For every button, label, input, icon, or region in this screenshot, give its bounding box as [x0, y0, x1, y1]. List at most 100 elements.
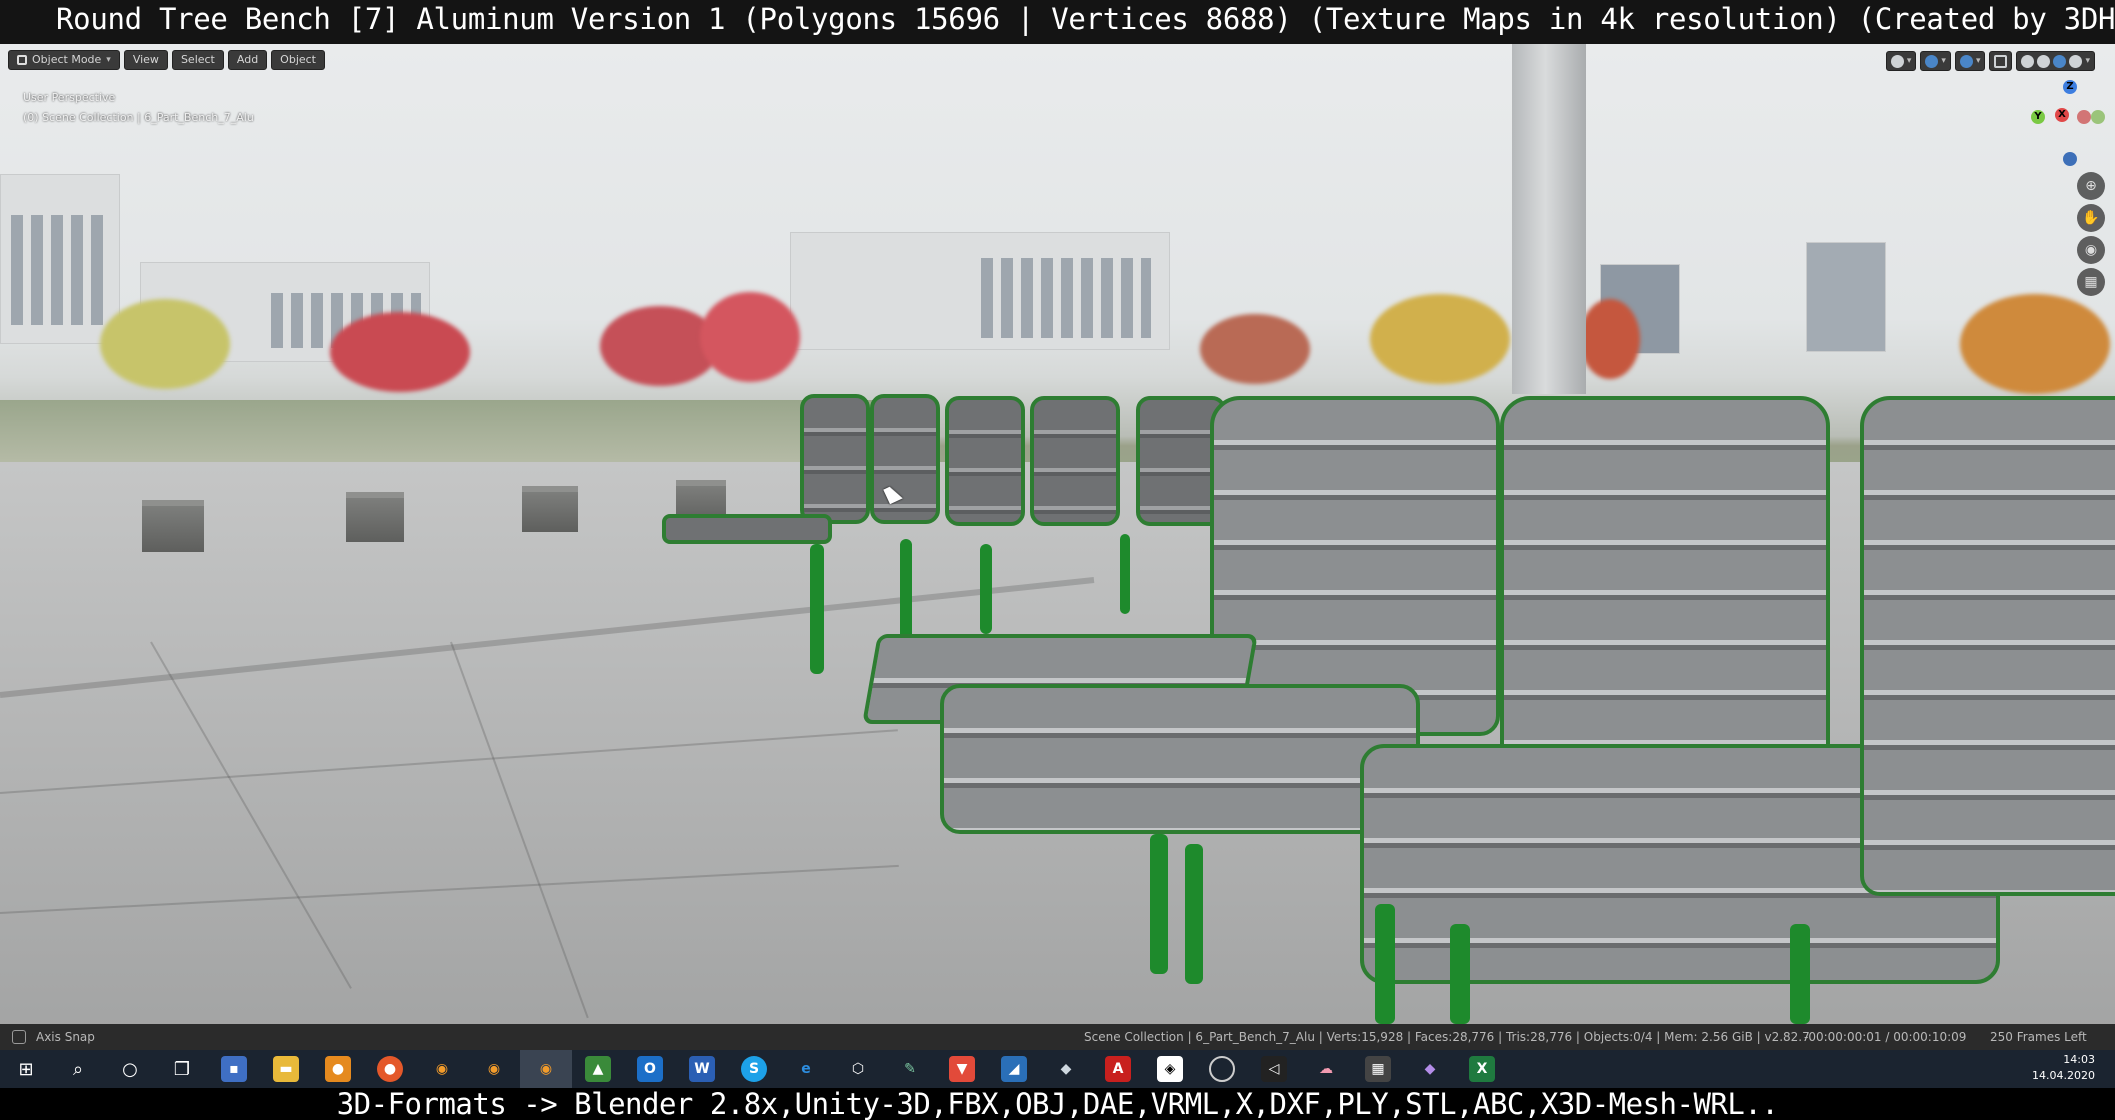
menu-view[interactable]: View — [123, 50, 168, 70]
z-axis-icon[interactable]: Z — [2063, 80, 2077, 94]
bollard — [522, 486, 578, 532]
save-icon[interactable]: ▪ — [208, 1050, 260, 1088]
menu-select[interactable]: Select — [171, 50, 224, 70]
overlay-icon — [1959, 54, 1973, 68]
bench-seat-front[interactable] — [940, 684, 1420, 834]
search-icon[interactable]: ⌕ — [52, 1050, 104, 1088]
lawn — [0, 400, 900, 470]
bench-leg — [1450, 924, 1470, 1024]
building-left — [0, 174, 120, 344]
tree — [100, 299, 230, 389]
app-icon[interactable]: ✎ — [884, 1050, 936, 1088]
frames-left: 250 Frames Left — [1990, 1030, 2087, 1044]
bench-back-front[interactable] — [1500, 396, 1830, 776]
shading-controls: ▾ ▾ ▾ ▾ — [1885, 50, 2095, 72]
3d-viewport[interactable]: Object Mode ▾ View Select Add Object Use… — [0, 44, 2115, 1024]
file-explorer-icon[interactable]: ▬ — [260, 1050, 312, 1088]
word-icon[interactable]: W — [676, 1050, 728, 1088]
menu-add[interactable]: Add — [227, 50, 268, 70]
excel-icon[interactable]: X — [1456, 1050, 1508, 1088]
image-viewer-icon[interactable]: ▲ — [572, 1050, 624, 1088]
overlay-toggle[interactable]: ▾ — [1954, 51, 1986, 71]
app-blue-icon[interactable]: ◢ — [988, 1050, 1040, 1088]
cortana-icon[interactable]: ○ — [104, 1050, 156, 1088]
video-title-overlay: Round Tree Bench [7] Aluminum Version 1 … — [56, 2, 2115, 36]
neg-y-axis-icon[interactable] — [2091, 110, 2105, 124]
eye-icon — [1890, 54, 1904, 68]
bench-leg — [1150, 834, 1168, 974]
chevron-down-icon: ▾ — [1941, 56, 1946, 66]
xray-toggle[interactable] — [1989, 51, 2013, 71]
blender-icon[interactable]: ◉ — [468, 1050, 520, 1088]
3d-viewer-icon[interactable]: ⬡ — [832, 1050, 884, 1088]
tree — [1370, 294, 1510, 384]
calculator-icon[interactable]: ▦ — [1352, 1050, 1404, 1088]
bench-leg — [900, 539, 912, 649]
bench-seat[interactable] — [662, 514, 832, 544]
pan-hand-icon[interactable]: ✋ — [2077, 204, 2105, 232]
maps-icon[interactable]: ◆ — [1404, 1050, 1456, 1088]
solid-shading-icon[interactable] — [2037, 54, 2051, 68]
grid-icon[interactable]: ▦ — [2077, 268, 2105, 296]
chevron-down-icon: ▾ — [2085, 56, 2090, 66]
pole — [1512, 44, 1586, 394]
gizmo-icon — [1925, 54, 1939, 68]
windows-start-icon[interactable]: ⊞ — [0, 1050, 52, 1088]
y-axis-icon[interactable]: Y — [2031, 110, 2045, 124]
sketchup-icon[interactable]: ◆ — [1040, 1050, 1092, 1088]
object-mode-icon — [17, 55, 27, 65]
bench-back[interactable] — [800, 394, 870, 524]
firefox-icon[interactable]: ● — [364, 1050, 416, 1088]
visibility-toggle[interactable]: ▾ — [1885, 51, 1917, 71]
bench-back[interactable] — [1030, 396, 1120, 526]
building-center — [790, 232, 1170, 350]
blender-orange-icon[interactable]: ● — [312, 1050, 364, 1088]
windows-taskbar: ⊞ ⌕ ○ ❐ ▪ ▬ ● ● ◉ ◉ ◉ ▲ O W S e ⬡ ✎ ▼ ◢ … — [0, 1050, 2115, 1088]
unity-icon[interactable]: ◈ — [1144, 1050, 1196, 1088]
material-shading-icon[interactable] — [2053, 54, 2067, 68]
navigation-gizmo[interactable]: Z Y X — [2007, 80, 2107, 180]
neg-z-axis-icon[interactable] — [2063, 152, 2077, 166]
clock-date: 14.04.2020 — [2032, 1069, 2095, 1082]
zoom-icon[interactable]: ⊕ — [2077, 172, 2105, 200]
axis-snap-label: Axis Snap — [36, 1030, 95, 1044]
edge-icon[interactable]: e — [780, 1050, 832, 1088]
bench-leg — [810, 544, 824, 674]
bench-back[interactable] — [945, 396, 1025, 526]
object-mode-dropdown[interactable]: Object Mode ▾ — [8, 50, 120, 70]
clock-time: 14:03 — [2063, 1053, 2095, 1066]
acrobat-icon[interactable]: A — [1092, 1050, 1144, 1088]
blender-icon[interactable]: ◉ — [416, 1050, 468, 1088]
viewport-info: User Perspective (0) Scene Collection | … — [23, 88, 254, 128]
gizmo-toggle[interactable]: ▾ — [1920, 51, 1951, 71]
chevron-down-icon: ▾ — [106, 55, 111, 65]
outlook-icon[interactable]: O — [624, 1050, 676, 1088]
vectornator-icon[interactable]: ▼ — [936, 1050, 988, 1088]
app-ring-icon[interactable] — [1196, 1050, 1248, 1088]
bench-back-right[interactable] — [1860, 396, 2115, 896]
screen: Round Tree Bench [7] Aluminum Version 1 … — [0, 0, 2115, 1120]
rendered-shading-icon[interactable] — [2069, 54, 2083, 68]
perspective-label: User Perspective — [23, 91, 116, 104]
neg-x-axis-icon[interactable] — [2077, 110, 2091, 124]
unity-hub-icon[interactable]: ◁ — [1248, 1050, 1300, 1088]
top-title-bar: Round Tree Bench [7] Aluminum Version 1 … — [0, 0, 2115, 44]
viewport-header: Object Mode ▾ View Select Add Object — [8, 50, 325, 72]
bench-back[interactable] — [870, 394, 940, 524]
tree — [700, 292, 800, 382]
x-axis-icon[interactable]: X — [2055, 108, 2069, 122]
tree — [330, 312, 470, 392]
app-cloud-icon[interactable]: ☁ — [1300, 1050, 1352, 1088]
task-view-icon[interactable]: ❐ — [156, 1050, 208, 1088]
shading-modes[interactable]: ▾ — [2016, 51, 2095, 71]
system-clock[interactable]: 14:03 14.04.2020 — [2032, 1052, 2095, 1084]
menu-object[interactable]: Object — [271, 50, 325, 70]
collection-label: (0) Scene Collection | 6_Part_Bench_7_Al… — [23, 111, 254, 124]
scene-stats: Scene Collection | 6_Part_Bench_7_Alu | … — [1084, 1030, 1810, 1044]
skype-icon[interactable]: S — [728, 1050, 780, 1088]
camera-icon[interactable]: ◉ — [2077, 236, 2105, 264]
wireframe-shading-icon[interactable] — [2021, 54, 2035, 68]
blender-icon[interactable]: ◉ — [520, 1050, 572, 1088]
bench-leg — [1185, 844, 1203, 984]
tree — [1580, 299, 1640, 379]
